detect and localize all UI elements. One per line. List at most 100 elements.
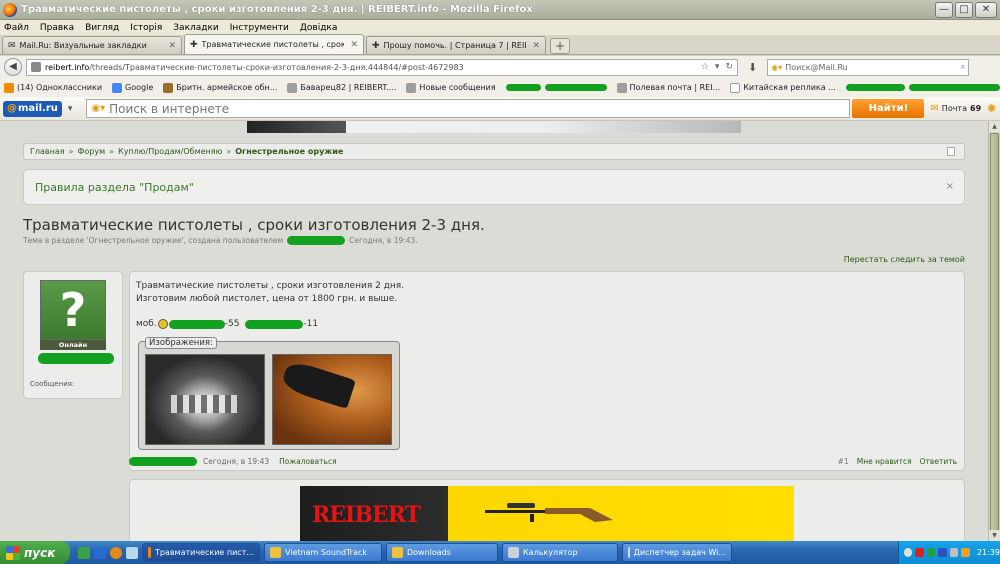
taskbar-item-label: Vietnam SoundTrack <box>285 548 368 557</box>
scroll-down-arrow-icon[interactable]: ▼ <box>989 530 1000 541</box>
search-engine-icon[interactable]: ◉▾ <box>771 63 782 72</box>
bookmark-british-army[interactable]: Бритн. армейское обн... <box>163 82 277 93</box>
breadcrumb-firearms[interactable]: Огнестрельное оружие <box>235 147 343 156</box>
mail-counter[interactable]: ✉ Почта 69 <box>930 103 981 114</box>
mailru-at-sign: @ <box>7 103 17 114</box>
taskbar-item-downloads[interactable]: Downloads <box>386 543 498 562</box>
menu-edit[interactable]: Правка <box>40 23 74 33</box>
bookmark-odnoklassniki[interactable]: (14) Одноклассники <box>4 82 102 93</box>
gear-icon[interactable]: ✺ <box>987 102 996 115</box>
search-icon[interactable]: ⌕ <box>961 62 965 72</box>
page-icon[interactable] <box>947 147 955 156</box>
breadcrumb-home[interactable]: Главная <box>30 147 65 156</box>
back-button[interactable]: ◀ <box>4 58 22 76</box>
mailru-search-input[interactable]: ◉▾ Поиск в интернете <box>86 99 851 118</box>
search-box[interactable]: ◉▾ Поиск@Mail.Ru ⌕ <box>767 58 970 76</box>
menu-tools[interactable]: Інструменти <box>230 23 289 33</box>
post-date[interactable]: Сегодня, в 19:43 <box>203 457 269 466</box>
menu-bookmarks[interactable]: Закладки <box>173 23 219 33</box>
tab-bar: ✉ Mail.Ru: Визуальные закладки ✕ ✚ Травм… <box>0 34 1000 55</box>
minimize-button[interactable]: — <box>935 1 953 18</box>
scroll-up-arrow-icon[interactable]: ▲ <box>989 121 1000 132</box>
quick-launch <box>78 546 138 559</box>
redacted-username[interactable] <box>38 353 114 364</box>
find-button[interactable]: Найти! <box>852 99 925 118</box>
post-number[interactable]: #1 <box>838 457 849 466</box>
reply-link[interactable]: Ответить <box>920 457 957 466</box>
volume-icon[interactable] <box>949 548 959 557</box>
breadcrumb-forum[interactable]: Форум <box>77 147 105 156</box>
star-icon[interactable]: ☆ <box>701 62 709 72</box>
clock[interactable]: 21:39 <box>977 548 1000 557</box>
taskbar-item-task-manager[interactable]: Диспетчер задач Wi... <box>622 543 732 562</box>
bookmark-bavarets[interactable]: Баварец82 | REIBERT.... <box>287 82 396 93</box>
maximize-button[interactable]: □ <box>955 1 973 18</box>
quick-launch-icon[interactable] <box>126 546 138 559</box>
reload-icon[interactable]: ↻ <box>725 62 733 72</box>
firefox-icon[interactable] <box>110 546 122 559</box>
taskbar-item-label: Калькулятор <box>523 548 578 557</box>
tab-help-thread[interactable]: ✚ Прошу помочь. | Страница 7 | REIBERT..… <box>366 36 546 54</box>
menu-help[interactable]: Довідка <box>300 23 338 33</box>
rules-notice[interactable]: Правила раздела "Продам" × <box>23 169 965 205</box>
bookmark-field-mail[interactable]: Полевая почта | REI... <box>616 82 720 93</box>
tray-icon[interactable] <box>961 548 970 557</box>
calculator-icon <box>508 547 519 558</box>
menu-view[interactable]: Вигляд <box>85 23 119 33</box>
tab-mailru-bookmarks[interactable]: ✉ Mail.Ru: Визуальные закладки ✕ <box>2 36 182 54</box>
taskbar-item-firefox[interactable]: Травматические пист... <box>142 543 260 562</box>
stop-watching-link[interactable]: Перестать следить за темой <box>844 255 965 264</box>
redacted-username[interactable] <box>129 457 197 466</box>
top-banner-image[interactable] <box>247 121 741 133</box>
close-window-button[interactable]: ✕ <box>975 1 997 18</box>
redacted-bookmark[interactable] <box>545 84 607 91</box>
redacted-bookmark[interactable] <box>845 84 906 91</box>
tray-arrow-icon[interactable] <box>904 548 913 557</box>
url-bar[interactable]: reibert.info/threads/Травматические-пист… <box>26 58 738 76</box>
bookmark-new-messages[interactable]: Новые сообщения <box>406 82 496 93</box>
redacted-bookmark[interactable] <box>505 84 542 91</box>
quick-launch-icon[interactable] <box>78 546 90 559</box>
redacted-bookmark[interactable] <box>909 84 1000 91</box>
bookmark-chinese-replica[interactable]: Китайская реплика ... <box>730 82 836 93</box>
tray-icon[interactable] <box>938 548 947 557</box>
close-tab-icon[interactable]: ✕ <box>168 41 176 51</box>
window-titlebar: Травматические пистолеты , сроки изготов… <box>0 0 1000 20</box>
breadcrumb-buy-sell[interactable]: Куплю/Продам/Обменяю <box>118 147 222 156</box>
menu-history[interactable]: Історія <box>130 23 162 33</box>
tray-icon[interactable] <box>926 548 936 557</box>
attachment-thumbnail[interactable] <box>272 354 392 445</box>
bookmark-icon <box>163 82 174 93</box>
taskbar-item-vietnam[interactable]: Vietnam SoundTrack <box>264 543 382 562</box>
attachment-thumbnail[interactable] <box>145 354 265 445</box>
dropdown-arrow-icon[interactable]: ▾ <box>715 62 720 72</box>
bookmark-google[interactable]: Google <box>112 82 153 93</box>
messages-label: Сообщения: <box>30 380 75 388</box>
tray-icon[interactable] <box>915 548 924 557</box>
start-button[interactable]: пуск <box>0 541 70 564</box>
like-link[interactable]: Мне нравится <box>857 457 912 466</box>
mailru-logo[interactable]: @ mail.ru <box>3 100 62 117</box>
close-notice-button[interactable]: × <box>946 181 954 192</box>
vertical-scrollbar[interactable]: ▲ ▼ <box>988 121 1000 541</box>
redacted-username[interactable] <box>287 236 346 245</box>
download-icon[interactable]: ⬇ <box>748 61 757 74</box>
new-tab-button[interactable]: + <box>550 38 570 54</box>
mail-icon: ✉ <box>8 40 16 51</box>
search-engine-icon[interactable]: ◉▾ <box>91 103 105 114</box>
menu-file[interactable]: Файл <box>4 23 29 33</box>
report-link[interactable]: Пожаловаться <box>279 457 336 466</box>
close-tab-icon[interactable]: ✕ <box>532 41 540 51</box>
reibert-banner[interactable]: REIBERT <box>300 486 794 541</box>
tab-current-thread[interactable]: ✚ Травматические пистолеты , сроки изго.… <box>184 34 364 54</box>
close-tab-icon[interactable]: ✕ <box>350 40 358 50</box>
rules-notice-text[interactable]: Правила раздела "Продам" <box>35 181 194 194</box>
avatar[interactable]: ? <box>40 280 106 340</box>
site-identity-icon[interactable] <box>31 62 41 72</box>
reibert-cross-icon: ✚ <box>190 39 198 50</box>
quick-launch-icon[interactable] <box>94 546 106 559</box>
taskbar-item-calculator[interactable]: Калькулятор <box>502 543 618 562</box>
dropdown-arrow-icon[interactable]: ▾ <box>68 104 73 114</box>
scrollbar-thumb[interactable] <box>990 133 999 533</box>
url-text[interactable]: reibert.info/threads/Травматические-пист… <box>45 63 695 72</box>
